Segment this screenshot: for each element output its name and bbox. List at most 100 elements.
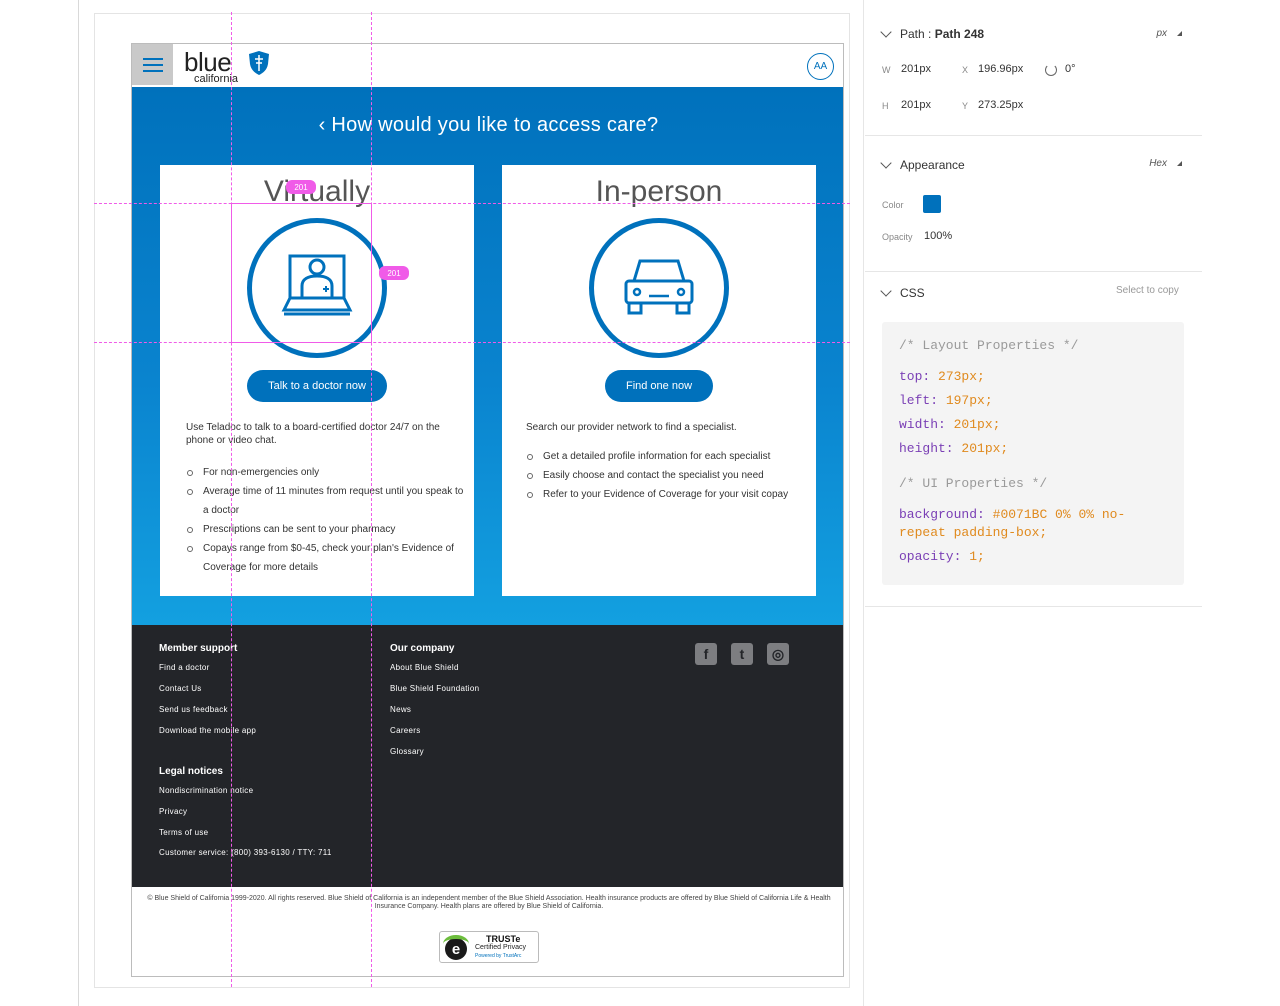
opacity-label: Opacity — [882, 232, 913, 242]
footer-link-contact-us[interactable]: Contact Us — [159, 681, 256, 702]
footer-link-terms[interactable]: Terms of use — [159, 825, 253, 846]
dropdown-triangle-icon — [1177, 31, 1182, 36]
page-title: ‹ How would you like to access care? — [132, 114, 843, 137]
truste-logo-icon: e — [443, 935, 469, 960]
find-one-now-button[interactable]: Find one now — [605, 370, 713, 402]
css-top-line: top: 273px; — [899, 369, 985, 384]
css-left-line: left: 197px; — [899, 393, 993, 408]
footer-heading: Member support — [159, 643, 238, 654]
member-support-column: Member support Find a doctor Contact Us … — [159, 643, 256, 744]
css-opacity-line: opacity: 1; — [899, 549, 985, 564]
our-company-column: Our company About Blue Shield Blue Shiel… — [390, 643, 479, 765]
design-canvas[interactable]: blue california AA ‹ How would you like … — [79, 0, 864, 1006]
twitter-icon[interactable]: t — [731, 643, 753, 665]
guide-vertical — [231, 12, 232, 987]
footer-link-about[interactable]: About Blue Shield — [390, 660, 479, 681]
width-label: W — [882, 65, 891, 75]
chevron-down-icon[interactable] — [880, 285, 892, 297]
chevron-down-icon[interactable] — [880, 157, 892, 169]
color-swatch[interactable] — [923, 195, 941, 213]
footer-link-news[interactable]: News — [390, 702, 479, 723]
page-title-text: How would you like to access care? — [331, 114, 659, 136]
appearance-title: Appearance — [900, 158, 965, 172]
footer-link-careers[interactable]: Careers — [390, 723, 479, 744]
hero-section: ‹ How would you like to access care? Vir… — [132, 87, 843, 625]
width-value[interactable]: 201px — [901, 63, 931, 75]
footer-link-glossary[interactable]: Glossary — [390, 744, 479, 765]
list-item: Copays range from $0-45, check your plan… — [186, 539, 466, 577]
opacity-value[interactable]: 100% — [924, 230, 952, 242]
appearance-header[interactable]: Appearance — [880, 157, 965, 172]
truste-badge[interactable]: e TRUSTe Certified Privacy Powered by Tr… — [439, 931, 539, 963]
selection-box[interactable] — [231, 203, 372, 343]
width-badge: 201 — [286, 180, 316, 194]
footer-link-privacy[interactable]: Privacy — [159, 804, 253, 825]
path-section: Path : Path 248 px W 201px X 196.96px 0°… — [865, 0, 1202, 136]
car-icon[interactable] — [589, 218, 729, 358]
card-description: Search our provider network to find a sp… — [526, 422, 737, 433]
copyright-text: © Blue Shield of California 1999-2020. A… — [147, 895, 831, 910]
hamburger-menu-icon[interactable] — [132, 44, 173, 85]
card-bullet-list: For non-emergencies only Average time of… — [186, 463, 466, 577]
artboard[interactable]: blue california AA ‹ How would you like … — [94, 13, 850, 988]
footer-heading: Legal notices — [159, 766, 223, 777]
unit-value: px — [1156, 28, 1167, 39]
instagram-icon[interactable]: ◎ — [767, 643, 789, 665]
path-title: Path : Path 248 — [900, 27, 985, 41]
footer-link-foundation[interactable]: Blue Shield Foundation — [390, 681, 479, 702]
css-title: CSS — [900, 286, 925, 300]
chevron-down-icon[interactable] — [880, 26, 892, 38]
height-value[interactable]: 201px — [901, 99, 931, 111]
legal-notices-column: Legal notices Nondiscrimination notice P… — [159, 766, 253, 846]
rotate-icon — [1045, 64, 1057, 76]
truste-title: TRUSTe — [486, 934, 521, 944]
list-item: Get a detailed profile information for e… — [526, 447, 806, 466]
site-header: blue california AA — [132, 44, 843, 87]
css-comment: /* UI Properties */ — [899, 476, 1048, 491]
in-person-care-card: In-person Find one now Search our provid… — [502, 165, 816, 596]
card-bullet-list: Get a detailed profile information for e… — [526, 447, 806, 504]
footer-heading: Our company — [390, 643, 455, 654]
inspector-panel: Path : Path 248 px W 201px X 196.96px 0°… — [865, 0, 1202, 1006]
social-links: f t ◎ — [695, 643, 789, 665]
css-header[interactable]: CSS — [880, 285, 925, 300]
height-label: H — [882, 101, 889, 111]
talk-to-doctor-button[interactable]: Talk to a doctor now — [247, 370, 387, 402]
x-label: X — [962, 65, 969, 75]
list-item: For non-emergencies only — [186, 463, 466, 482]
truste-powered: Powered by TrustArc — [475, 953, 522, 959]
color-mode-selector[interactable]: Hex — [1149, 158, 1182, 169]
car-glyph — [624, 259, 694, 315]
rotation-value[interactable]: 0° — [1065, 63, 1076, 75]
copy-hint: Select to copy — [1116, 285, 1179, 296]
css-background-line: background: #0071BC 0% 0% no- — [899, 507, 1126, 522]
list-item: Prescriptions can be sent to your pharma… — [186, 520, 466, 539]
css-width-line: width: 201px; — [899, 417, 1001, 432]
path-header[interactable]: Path : Path 248 — [880, 26, 985, 41]
footer-link-nondiscrimination[interactable]: Nondiscrimination notice — [159, 783, 253, 804]
design-app: blue california AA ‹ How would you like … — [78, 0, 1202, 1006]
footer-link-feedback[interactable]: Send us feedback — [159, 702, 256, 723]
x-value[interactable]: 196.96px — [978, 63, 1023, 75]
text-size-button[interactable]: AA — [807, 53, 834, 80]
css-code-block[interactable]: /* Layout Properties */ top: 273px; left… — [882, 322, 1184, 585]
css-height-line: height: 201px; — [899, 441, 1009, 456]
guide-horizontal — [94, 342, 850, 343]
site-footer: Member support Find a doctor Contact Us … — [132, 625, 843, 887]
list-item: Refer to your Evidence of Coverage for y… — [526, 485, 806, 504]
facebook-icon[interactable]: f — [695, 643, 717, 665]
page-mockup: blue california AA ‹ How would you like … — [131, 43, 844, 977]
y-value[interactable]: 273.25px — [978, 99, 1023, 111]
guide-horizontal — [94, 203, 850, 204]
list-item: Easily choose and contact the specialist… — [526, 466, 806, 485]
appearance-section: Appearance Hex Color Opacity 100% — [865, 136, 1202, 272]
footer-link-mobile-app[interactable]: Download the mobile app — [159, 723, 256, 744]
truste-subtitle: Certified Privacy — [475, 944, 526, 951]
guide-vertical — [371, 12, 372, 987]
back-chevron-icon[interactable]: ‹ — [319, 114, 326, 136]
list-item: Average time of 11 minutes from request … — [186, 482, 466, 520]
css-comment: /* Layout Properties */ — [899, 338, 1079, 353]
color-mode-value: Hex — [1149, 158, 1167, 169]
footer-link-find-doctor[interactable]: Find a doctor — [159, 660, 256, 681]
unit-selector[interactable]: px — [1156, 28, 1182, 39]
